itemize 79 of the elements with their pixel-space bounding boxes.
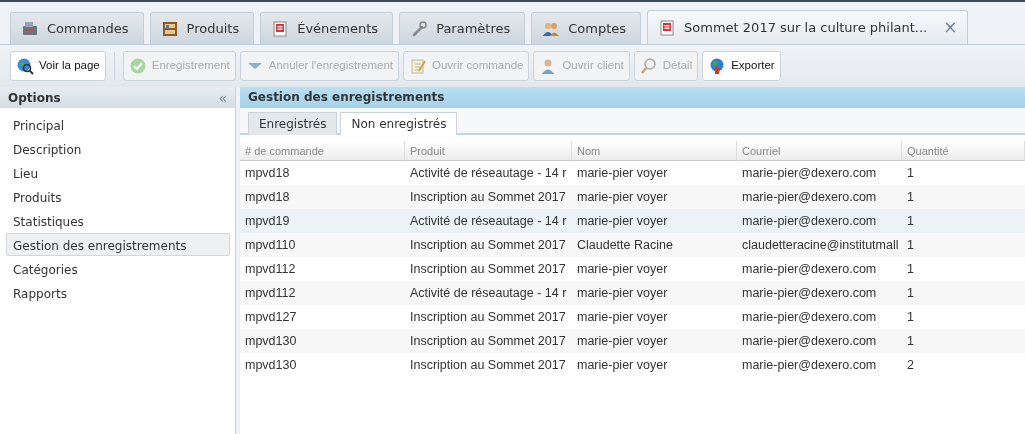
tab-label: Paramètres (436, 19, 511, 38)
sidebar-item[interactable]: Gestion des enregistrements (6, 233, 230, 256)
table-cell: Inscription au Sommet 2017 (405, 185, 572, 209)
table-cell-text: 1 (906, 165, 915, 182)
table-cell: Inscription au Sommet 2017 (405, 329, 572, 353)
table-cell: Claudette Racine (572, 233, 737, 257)
table-cell: mpvd112 (240, 281, 405, 305)
table-cell-text: 1 (906, 309, 915, 326)
table-cell: marie-pier@dexero.com (737, 329, 902, 353)
table-cell-text: marie-pier@dexero.com (741, 357, 878, 374)
table-cell: marie-pier voyer (572, 329, 737, 353)
sidebar-title: Options (8, 89, 61, 107)
panel-title: Gestion des enregistrements (240, 87, 1025, 108)
table-cell-text: Activité de réseautage - 14 r (409, 165, 568, 182)
table-cell-text: marie-pier voyer (576, 357, 669, 374)
check-icon (128, 57, 147, 75)
register-icon (21, 19, 39, 38)
table-cell: 1 (902, 281, 1025, 305)
table-cell: Inscription au Sommet 2017 (405, 233, 572, 257)
calendar-icon (658, 18, 677, 37)
tab-label: Commandes (47, 19, 129, 38)
sidebar-item[interactable]: Catégories (6, 257, 230, 280)
sidebar-item[interactable]: Rapports (6, 281, 230, 304)
tab[interactable]: Événements (260, 12, 394, 44)
table-cell: marie-pier voyer (572, 185, 737, 209)
table-cell-text: mpvd112 (244, 261, 297, 278)
tab-label: Sommet 2017 sur la culture philant... (684, 18, 928, 37)
table-cell: mpvd19 (240, 209, 405, 233)
table-cell: claudetteracine@institutmall (737, 233, 902, 257)
magnifier-icon (639, 57, 658, 75)
table-cell: mpvd130 (240, 329, 405, 353)
table-cell-text: 1 (906, 261, 915, 278)
tab-label: Produits (186, 19, 240, 38)
table-cell: Activité de réseautage - 14 r (405, 281, 572, 305)
globe-search-icon (16, 57, 34, 75)
tab[interactable]: Enregistrés (248, 112, 338, 135)
table-cell-text: marie-pier voyer (576, 261, 669, 278)
table-cell: mpvd18 (240, 185, 405, 209)
tab[interactable]: Sommet 2017 sur la culture philant... × (647, 10, 969, 44)
table-cell-text: marie-pier@dexero.com (741, 165, 878, 182)
table-cell: marie-pier voyer (572, 281, 737, 305)
table-cell-text: marie-pier voyer (576, 309, 669, 326)
table-cell: 1 (902, 185, 1025, 209)
toolbar-button[interactable]: Exporter (702, 51, 781, 81)
table-cell-text: marie-pier@dexero.com (741, 309, 878, 326)
tab[interactable]: Paramètres (399, 12, 526, 44)
shelf-icon (160, 19, 179, 38)
sidebar-item[interactable]: Statistiques (6, 209, 230, 232)
table-cell-text: Inscription au Sommet 2017 (409, 261, 567, 278)
table-cell-text: Inscription au Sommet 2017 (409, 309, 567, 326)
tab[interactable]: Comptes (531, 12, 642, 44)
tab[interactable]: Commandes (10, 12, 144, 44)
table-cell-text: 2 (906, 357, 915, 374)
table-cell: 1 (902, 233, 1025, 257)
tab[interactable]: Produits (149, 12, 255, 44)
notepad-icon (409, 57, 428, 75)
table-cell: 1 (902, 329, 1025, 353)
table-cell-text: Inscription au Sommet 2017 (409, 357, 567, 374)
table-cell-text: mpvd127 (244, 309, 298, 326)
sidebar-item[interactable]: Produits (6, 185, 230, 208)
table-cell-text: marie-pier voyer (576, 165, 669, 182)
table-cell: Activité de réseautage - 14 r (405, 209, 572, 233)
tab[interactable]: Non enregistrés (340, 112, 458, 135)
toolbar-button[interactable]: Voir la page (10, 51, 106, 81)
table-cell-text: mpvd18 (244, 165, 291, 182)
table-cell: marie-pier@dexero.com (737, 281, 902, 305)
sidebar-item[interactable]: Description (6, 137, 230, 160)
sidebar-item[interactable]: Lieu (6, 161, 230, 184)
table-cell: marie-pier voyer (572, 209, 737, 233)
sidebar-item[interactable]: Principal (6, 113, 230, 136)
table-cell-text: mpvd130 (244, 357, 298, 374)
tab-label: Événements (297, 19, 379, 38)
table-cell: marie-pier@dexero.com (737, 185, 902, 209)
table-cell: mpvd110 (240, 233, 405, 257)
table-cell-text: marie-pier@dexero.com (741, 261, 878, 278)
tab-label: Comptes (568, 19, 627, 38)
calendar-icon (271, 19, 290, 38)
table-cell: marie-pier@dexero.com (737, 209, 902, 233)
table-cell: 1 (902, 209, 1025, 233)
